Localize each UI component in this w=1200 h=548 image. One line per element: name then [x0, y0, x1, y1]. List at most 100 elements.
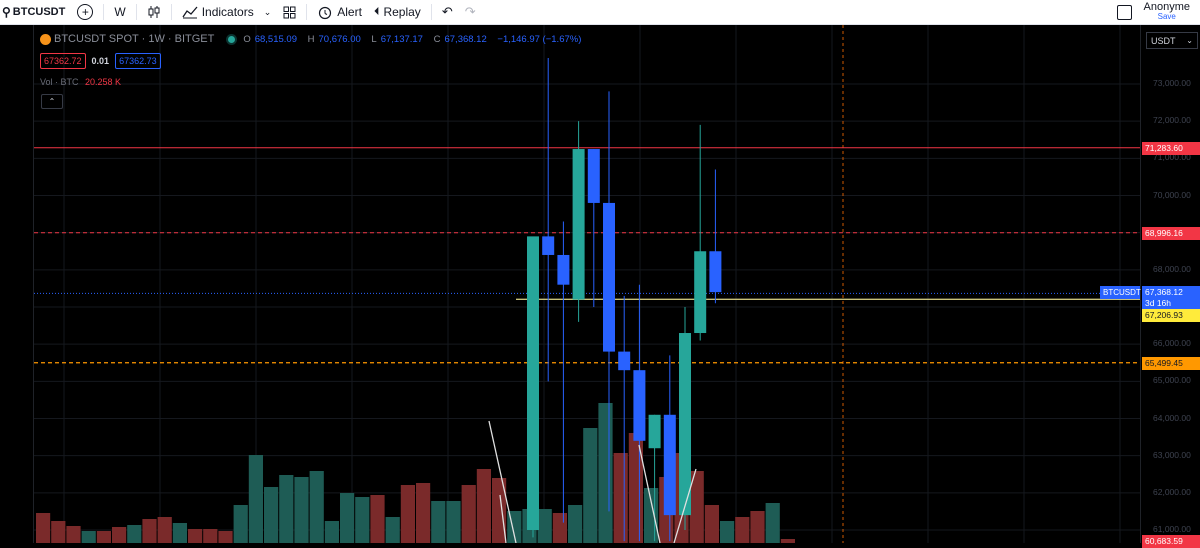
indicators-icon: [182, 6, 198, 19]
chevron-down-icon: ⌄: [1186, 36, 1193, 45]
volume-bar: [51, 521, 66, 543]
volume-bar: [537, 509, 552, 543]
symbol-search[interactable]: ⚲ BTCUSDT: [0, 0, 71, 24]
chart-plot-area[interactable]: [34, 25, 1140, 543]
candle-body: [709, 251, 722, 293]
toolbar-right: Anonyme Save: [1116, 0, 1190, 24]
candle-body: [603, 202, 615, 352]
volume-bar: [203, 529, 218, 543]
volume-bar: [112, 527, 127, 543]
chart-legend: BTCUSDT SPOT · 1W · BITGET O 68,515.09 H7…: [40, 33, 585, 45]
candle-body: [618, 351, 631, 371]
buy-button[interactable]: 67362.73: [115, 53, 161, 69]
divider: [135, 4, 137, 20]
save-link[interactable]: Save: [1158, 12, 1176, 22]
volume-bar: [309, 471, 324, 543]
candle-body: [679, 333, 691, 516]
alert-button[interactable]: Alert: [311, 0, 368, 24]
user-name: Anonyme: [1143, 1, 1190, 13]
candle-body: [633, 370, 646, 441]
buy-sell-panel: 67362.72 0.01 67362.73: [40, 53, 161, 69]
volume-bar: [704, 505, 719, 543]
volume-bar: [279, 475, 294, 543]
volume-bar: [294, 477, 309, 543]
price-tick-label: 70,000.00: [1153, 189, 1191, 200]
open-value: 68,515.09: [254, 33, 297, 45]
currency-label: USDT: [1151, 35, 1176, 46]
volume-bar: [583, 428, 598, 543]
bitcoin-logo-icon: [40, 33, 51, 45]
volume-bar: [355, 497, 370, 543]
volume-bar: [385, 517, 400, 543]
collapse-legend-button[interactable]: ⌃: [41, 94, 63, 109]
replay-label: Replay: [383, 5, 421, 19]
volume-bar: [81, 531, 96, 543]
alert-label: Alert: [337, 5, 362, 19]
market-status-dot: [228, 35, 236, 43]
chevron-up-icon: ⌃: [48, 97, 56, 106]
replay-button[interactable]: ⏴ Replay: [368, 0, 427, 24]
indicators-button[interactable]: Indicators ⌄: [176, 0, 278, 24]
replay-icon: ⏴: [373, 5, 380, 18]
volume-bar: [628, 433, 643, 543]
user-menu[interactable]: Anonyme Save: [1144, 2, 1190, 22]
candle-body: [663, 414, 676, 516]
indicators-label: Indicators: [201, 5, 254, 19]
change-value: −1,146.97 (−1.67%): [497, 33, 582, 45]
volume-value: 20.258 K: [85, 77, 122, 87]
price-tick-label: 62,000.00: [1153, 486, 1191, 497]
price-chart[interactable]: [34, 25, 1140, 543]
volume-bar: [340, 493, 355, 543]
chart-type-button[interactable]: [141, 0, 167, 24]
redo-button[interactable]: ↷: [459, 0, 482, 24]
red-line-price-label: 71,283.60: [1142, 141, 1200, 155]
undo-button[interactable]: ↶: [436, 0, 459, 24]
candle-body: [557, 254, 570, 285]
symbol-price-tag: BTCUSDT: [1100, 286, 1141, 300]
redo-icon: ↷: [464, 4, 476, 19]
volume-bar: [233, 505, 248, 543]
volume-bar: [765, 503, 780, 543]
layout-checkbox[interactable]: [1116, 4, 1132, 20]
volume-bar: [172, 523, 187, 543]
price-tick-label: 68,000.00: [1153, 263, 1191, 274]
volume-bar: [66, 526, 81, 543]
volume-bar: [248, 455, 263, 543]
volume-bar: [127, 525, 142, 543]
volume-bar: [750, 511, 765, 543]
candles-icon: [148, 6, 160, 18]
candle-body: [587, 149, 600, 203]
divider: [306, 4, 308, 20]
compare-symbol-button[interactable]: +: [71, 0, 99, 24]
sell-button[interactable]: 67362.72: [40, 53, 86, 69]
price-tick-label: 72,000.00: [1153, 115, 1191, 126]
currency-select[interactable]: USDT ⌄: [1146, 32, 1198, 49]
symbol-label: BTCUSDT: [12, 6, 66, 18]
chevron-down-icon: ⌄: [263, 6, 272, 17]
divider: [103, 4, 105, 20]
spread-value: 0.01: [91, 56, 110, 66]
drawing-toolbar: [0, 25, 34, 543]
low-value: 67,137.17: [380, 33, 423, 45]
high-key: H: [307, 33, 315, 45]
chart-container[interactable]: BTCUSDT SPOT · 1W · BITGET O 68,515.09 H7…: [0, 25, 1200, 548]
candle-body: [694, 251, 707, 334]
legend-title: BTCUSDT SPOT · 1W · BITGET: [54, 33, 215, 45]
volume-bar: [96, 531, 111, 543]
add-icon: +: [77, 4, 94, 20]
volume-bar: [264, 487, 279, 543]
volume-bar: [552, 513, 567, 543]
interval-button[interactable]: W: [108, 0, 131, 24]
divider: [430, 4, 432, 20]
volume-bar: [370, 495, 385, 543]
volume-bar: [36, 513, 51, 543]
volume-bar: [613, 453, 628, 543]
layout-button[interactable]: [277, 0, 302, 24]
close-value: 67,368.12: [444, 33, 487, 45]
search-icon: ⚲: [2, 5, 11, 19]
ohlc-values: O 68,515.09 H 70,676.00 L 67,137.17 C 67,368…: [243, 34, 585, 45]
volume-label: Vol · BTC: [40, 77, 79, 87]
top-toolbar: ⚲ BTCUSDT + W Indicators ⌄ Alert ⏴ Repla…: [0, 0, 1200, 25]
price-axis[interactable]: USDT ⌄ 73,000.00 72,000.00 71,000.00 70,000…: [1140, 25, 1200, 548]
volume-bar: [400, 485, 415, 543]
